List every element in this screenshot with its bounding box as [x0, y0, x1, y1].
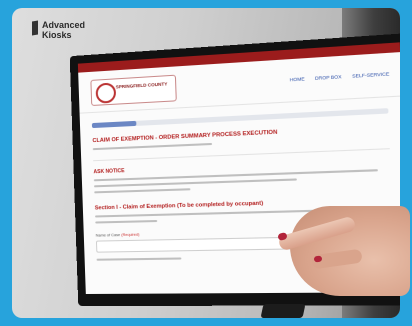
- required-marker: (Required): [121, 232, 140, 238]
- hint-text-line: [96, 257, 182, 261]
- section-text-line: [95, 219, 157, 224]
- notice-title: ASK NOTICE: [93, 168, 125, 176]
- county-name: SPRINGFIELD COUNTY: [115, 81, 168, 90]
- nav-item-home[interactable]: HOME: [290, 76, 305, 82]
- progress-fill: [91, 120, 137, 129]
- form-title: CLAIM OF EXEMPTION - ORDER SUMMARY PROCE…: [92, 129, 278, 145]
- nav-item-drop-box[interactable]: DROP BOX: [315, 74, 342, 81]
- brand-line-2: Kiosks: [42, 30, 72, 40]
- notice-text-line: [94, 188, 191, 194]
- county-logo[interactable]: SPRINGFIELD COUNTY: [90, 74, 177, 107]
- progress-bar: [91, 108, 389, 129]
- kiosk-brand-logo: Advanced Kiosks: [32, 20, 86, 40]
- field-label-text: Name of Case: [95, 233, 121, 238]
- main-nav: HOME DROP BOX SELF-SERVICE: [281, 71, 390, 83]
- card-reader-slot: [260, 304, 306, 318]
- brand-line-1: Advanced: [42, 20, 86, 30]
- county-seal-icon: [95, 82, 117, 104]
- nav-item-self-service[interactable]: SELF-SERVICE: [352, 71, 389, 79]
- brand-mark-icon: [32, 20, 38, 36]
- form-subtitle-text: [92, 142, 212, 151]
